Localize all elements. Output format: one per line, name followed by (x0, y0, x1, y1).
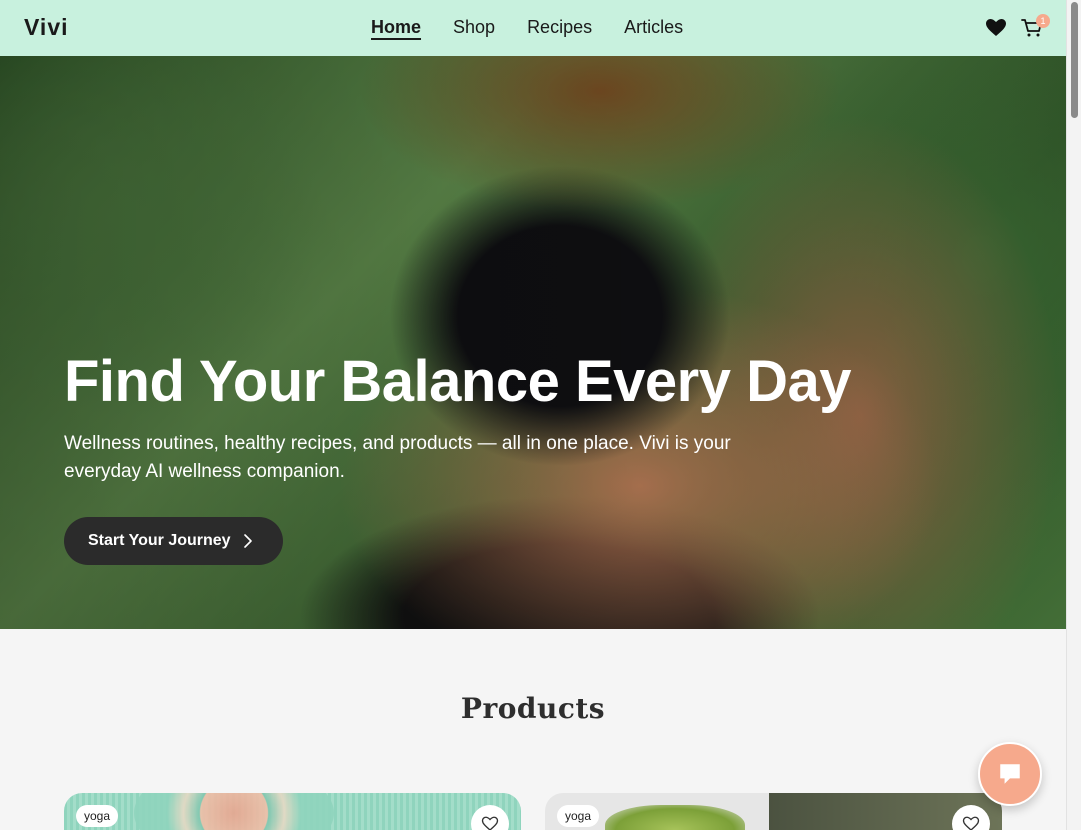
hero-subtitle: Wellness routines, healthy recipes, and … (64, 433, 731, 482)
logo[interactable]: Vivi (24, 14, 69, 41)
product-card[interactable]: yoga (545, 793, 1002, 830)
hero-section: Find Your Balance Every Day Wellness rou… (0, 56, 1066, 629)
chevron-right-icon (244, 534, 252, 548)
product-tag: yoga (76, 805, 119, 827)
chat-button[interactable] (978, 742, 1042, 806)
nav-articles[interactable]: Articles (624, 17, 683, 38)
nav-recipes[interactable]: Recipes (527, 17, 592, 38)
start-journey-button[interactable]: Start Your Journey (64, 517, 283, 565)
heart-outline-icon (481, 816, 499, 830)
scrollbar-thumb[interactable] (1071, 2, 1078, 118)
chat-bubble-icon (1000, 764, 1020, 784)
favorite-button[interactable] (952, 805, 990, 830)
page-scrollbar[interactable] (1066, 0, 1081, 830)
main-nav: Home Shop Recipes Articles (371, 17, 715, 38)
hero-title: Find Your Balance Every Day (64, 349, 852, 414)
cart-count-badge: 1 (1036, 14, 1050, 28)
nav-home[interactable]: Home (371, 17, 421, 38)
product-tag: yoga (557, 805, 600, 827)
product-card[interactable]: yoga (64, 793, 521, 830)
site-header: Vivi Home Shop Recipes Articles 1 (0, 0, 1066, 56)
hero-content: Find Your Balance Every Day Wellness rou… (64, 349, 852, 486)
heart-outline-icon (962, 816, 980, 830)
cta-label: Start Your Journey (88, 532, 231, 549)
favorite-button[interactable] (471, 805, 509, 830)
products-heading: Products (460, 692, 606, 725)
nav-shop[interactable]: Shop (453, 17, 495, 38)
heart-icon[interactable] (984, 16, 1008, 40)
